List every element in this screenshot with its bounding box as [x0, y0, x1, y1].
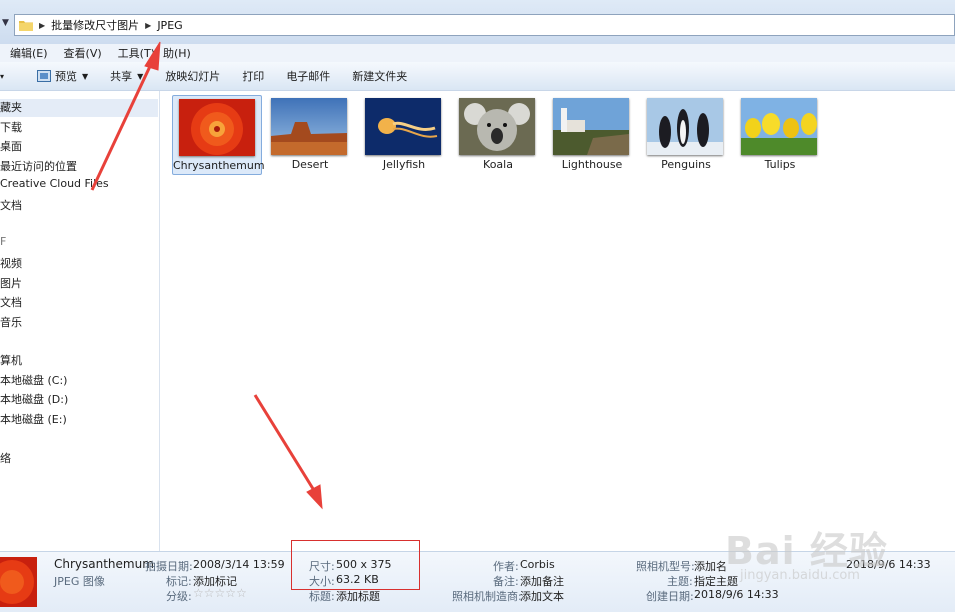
author-value[interactable]: Corbis [520, 558, 555, 571]
rating-label: 分级: [166, 590, 192, 603]
thumbnail-image [271, 98, 347, 155]
subject-value[interactable]: 指定主题 [694, 573, 738, 589]
file-item-lighthouse[interactable]: Lighthouse [547, 95, 637, 175]
menu-bar: 编辑(E) 查看(V) 工具(T) 助(H) [0, 44, 955, 62]
camera-model-label: 照相机型号: [636, 560, 695, 573]
created-date-value: 2018/9/6 14:33 [694, 588, 779, 601]
folder-icon [19, 21, 33, 31]
highlight-box [291, 540, 420, 590]
toolbar: ▾ 预览 ▼ 共享 ▼ 放映幻灯片 打印 电子邮件 新建文件夹 [0, 62, 955, 91]
chevron-down-icon[interactable]: ▼ [2, 18, 9, 28]
file-item-desert[interactable]: Desert [265, 95, 355, 175]
address-bar: ▼ ▶ 批量修改尺寸图片 ▶ JPEG [0, 0, 955, 44]
file-name: Penguins [661, 158, 711, 171]
star-icon[interactable]: ☆ [204, 586, 215, 600]
share-button[interactable]: 共享 ▼ [99, 68, 154, 84]
breadcrumb-item-parent[interactable]: 批量修改尺寸图片 [51, 17, 139, 33]
date-taken-value[interactable]: 2008/3/14 13:59 [193, 558, 285, 571]
file-name: Jellyfish [382, 158, 426, 171]
title-value[interactable]: 添加标题 [336, 588, 380, 604]
nav-item-favorites[interactable]: 藏夹 [0, 99, 158, 117]
thumbnail-image [741, 98, 817, 155]
file-name: Tulips [764, 158, 796, 171]
breadcrumb-item-current[interactable]: JPEG [157, 19, 182, 32]
created-date-label: 创建日期: [646, 590, 694, 603]
nav-item-drive-e[interactable]: 本地磁盘 (E:) [0, 411, 67, 427]
star-icon[interactable]: ☆ [193, 586, 204, 600]
star-icon[interactable]: ☆ [225, 586, 236, 600]
breadcrumb-separator-icon: ▶ [39, 20, 46, 30]
nav-item-documents[interactable]: 文档 [0, 294, 22, 310]
address-field[interactable]: ▶ 批量修改尺寸图片 ▶ JPEG [14, 14, 955, 36]
rating-stars[interactable]: ☆☆☆☆☆ [193, 586, 247, 600]
author-label: 作者: [493, 560, 519, 573]
file-item-penguins[interactable]: Penguins [641, 95, 731, 175]
nav-item-libraries[interactable]: F [0, 235, 6, 248]
date-taken-label: 拍摄日期: [145, 560, 193, 573]
file-item-tulips[interactable]: Tulips [735, 95, 825, 175]
new-folder-button[interactable]: 新建文件夹 [341, 68, 418, 84]
file-name: Lighthouse [561, 158, 623, 171]
nav-item-videos[interactable]: 视频 [0, 255, 22, 271]
thumbnail-image [459, 98, 535, 155]
preview-icon [37, 70, 51, 82]
nav-item-music[interactable]: 音乐 [0, 314, 22, 330]
nav-item-recent[interactable]: 最近访问的位置 [0, 158, 77, 174]
nav-item-documents-fav[interactable]: 文档 [0, 197, 22, 213]
comments-label: 备注: [493, 575, 519, 588]
nav-label: 藏夹 [0, 101, 22, 114]
menu-help[interactable]: 助(H) [157, 45, 197, 61]
navigation-pane[interactable]: 藏夹 下载 桌面 最近访问的位置 Creative Cloud Files 文档… [0, 91, 160, 551]
file-name: Koala [483, 158, 513, 171]
file-item-chrysanthemum[interactable]: Chrysanthemum [172, 95, 265, 175]
camera-maker-value[interactable]: 添加文本 [520, 588, 564, 604]
camera-maker-label: 照相机制造商: [452, 590, 522, 603]
preview-button[interactable]: 预览 ▼ [26, 68, 99, 84]
menu-tools[interactable]: 工具(T) [112, 45, 161, 61]
watermark-url: jingyan.baidu.com [740, 568, 860, 583]
details-filename: Chrysanthemum [54, 557, 154, 571]
thumbnail-image [647, 98, 723, 155]
subject-label: 主题: [667, 575, 693, 588]
thumbnail-image [365, 98, 441, 155]
comments-value[interactable]: 添加备注 [520, 573, 564, 589]
menu-edit[interactable]: 编辑(E) [4, 45, 54, 61]
nav-item-creative-cloud[interactable]: Creative Cloud Files [0, 177, 109, 190]
file-item-jellyfish[interactable]: Jellyfish [359, 95, 449, 175]
slideshow-button[interactable]: 放映幻灯片 [154, 68, 231, 84]
nav-item-desktop[interactable]: 桌面 [0, 138, 22, 154]
nav-item-downloads[interactable]: 下载 [0, 119, 22, 135]
title-label: 标题: [309, 590, 335, 603]
preview-label: 预览 [55, 70, 77, 83]
star-icon[interactable]: ☆ [215, 586, 226, 600]
watermark-logo: Bai 经验 [725, 529, 888, 573]
thumbnail-image [553, 98, 629, 155]
camera-model-value[interactable]: 添加名 [694, 558, 727, 574]
menu-view[interactable]: 查看(V) [58, 45, 108, 61]
thumbnail-image [179, 99, 255, 156]
file-name: Desert [291, 158, 329, 171]
share-label: 共享 [110, 70, 133, 83]
star-icon[interactable]: ☆ [236, 586, 247, 600]
details-filetype: JPEG 图像 [54, 575, 105, 588]
nav-item-pictures[interactable]: 图片 [0, 275, 22, 291]
print-button[interactable]: 打印 [231, 68, 275, 84]
toolbar-caret-icon[interactable]: ▾ [0, 72, 16, 81]
file-item-koala[interactable]: Koala [453, 95, 543, 175]
nav-item-computer[interactable]: 算机 [0, 352, 22, 368]
nav-item-drive-c[interactable]: 本地磁盘 (C:) [0, 372, 67, 388]
chevron-down-icon: ▼ [137, 71, 144, 81]
file-name: Chrysanthemum [173, 159, 265, 172]
nav-item-drive-d[interactable]: 本地磁盘 (D:) [0, 391, 68, 407]
file-list[interactable]: Chrysanthemum Desert Jellyfish Koala Lig… [160, 91, 955, 551]
details-thumbnail [0, 557, 37, 607]
breadcrumb-separator-icon: ▶ [145, 20, 152, 30]
chevron-down-icon: ▼ [82, 71, 89, 81]
tags-label: 标记: [166, 575, 192, 588]
email-button[interactable]: 电子邮件 [275, 68, 341, 84]
nav-item-network[interactable]: 络 [0, 450, 11, 466]
